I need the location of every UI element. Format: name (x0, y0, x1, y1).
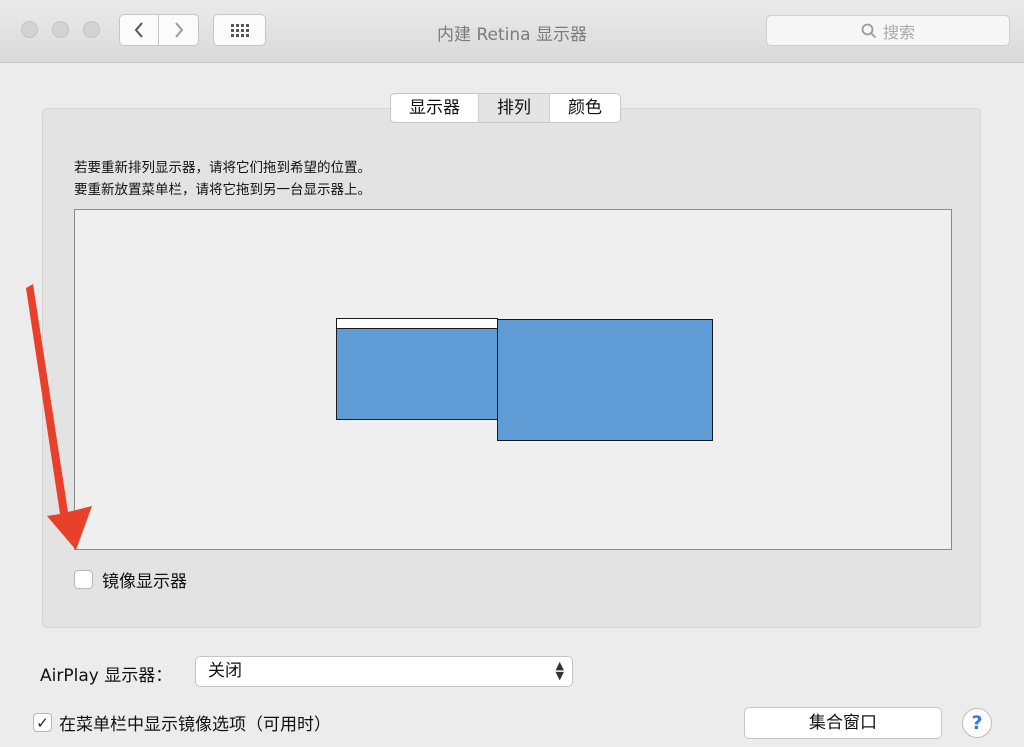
display-external[interactable] (497, 319, 713, 441)
mirror-displays-option[interactable]: 镜像显示器 (74, 567, 187, 592)
show-mirroring-option[interactable]: ✓ 在菜单栏中显示镜像选项（可用时） (33, 710, 331, 735)
tab-arrangement[interactable]: 排列 (479, 94, 550, 122)
tab-color[interactable]: 颜色 (550, 94, 620, 122)
tab-display[interactable]: 显示器 (391, 94, 479, 122)
preferences-window: 内建 Retina 显示器 搜索 显示器 排列 颜色 若要重新排列显示器，请将它… (0, 0, 1024, 747)
title-bar: 内建 Retina 显示器 搜索 (0, 0, 1024, 63)
search-icon (861, 23, 877, 38)
instruction-text-1: 若要重新排列显示器，请将它们拖到希望的位置。 (74, 160, 371, 176)
help-button[interactable]: ? (962, 708, 992, 738)
checkmark-icon: ✓ (36, 713, 49, 732)
display-builtin[interactable] (336, 318, 498, 420)
menu-bar-indicator[interactable] (337, 319, 497, 329)
search-placeholder: 搜索 (882, 22, 915, 42)
tab-bar: 显示器 排列 颜色 (390, 93, 621, 123)
mirror-displays-label: 镜像显示器 (102, 572, 187, 592)
search-field[interactable]: 搜索 (766, 15, 1010, 46)
instruction-text-2: 要重新放置菜单栏，请将它拖到另一台显示器上。 (74, 182, 371, 198)
show-mirroring-label: 在菜单栏中显示镜像选项（可用时） (59, 715, 331, 735)
display-arrangement-area (74, 209, 952, 550)
select-arrows-icon: ▲ ▼ (555, 659, 564, 682)
airplay-select[interactable]: 关闭 ▲ ▼ (195, 656, 573, 687)
show-mirroring-checkbox[interactable]: ✓ (33, 713, 52, 732)
gather-windows-button[interactable]: 集合窗口 (744, 707, 942, 739)
airplay-label: AirPlay 显示器： (40, 666, 173, 686)
airplay-select-value: 关闭 (208, 661, 242, 681)
mirror-displays-checkbox[interactable] (74, 570, 93, 589)
